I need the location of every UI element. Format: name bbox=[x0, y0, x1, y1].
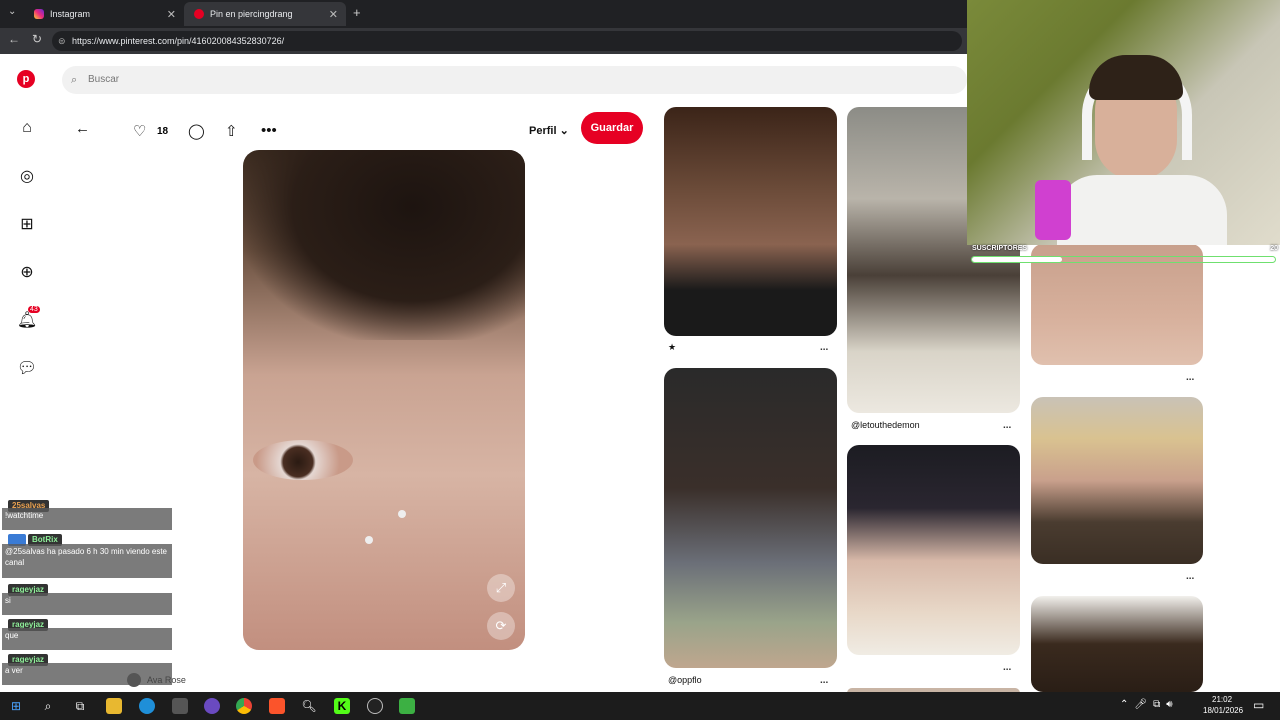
viewer-name: Ava Rose bbox=[147, 675, 186, 685]
back-arrow-icon[interactable]: ← bbox=[75, 120, 90, 137]
grid-pin-image[interactable] bbox=[847, 445, 1020, 655]
goal-fill bbox=[972, 257, 1062, 262]
subscriber-count: 20 bbox=[1270, 245, 1278, 252]
more-options-icon[interactable]: ... bbox=[820, 342, 828, 353]
pin-main-image[interactable]: ⤢ ⟳ bbox=[243, 150, 525, 650]
tab-list-chevron-icon[interactable]: ⌄ bbox=[8, 6, 16, 17]
home-icon[interactable]: ⌂ bbox=[17, 118, 37, 138]
tab-pinterest[interactable]: Pin en piercingdrang ✕ bbox=[184, 2, 346, 26]
chat-message: !watchtime bbox=[2, 508, 172, 530]
notification-badge: 43 bbox=[28, 306, 40, 313]
pinterest-icon bbox=[194, 9, 204, 19]
app-icon[interactable] bbox=[172, 698, 188, 714]
more-options-icon[interactable]: ... bbox=[1003, 662, 1011, 673]
edge-icon[interactable] bbox=[139, 698, 155, 714]
search-icon[interactable]: ⌕ bbox=[40, 698, 56, 714]
visual-search-icon[interactable]: ⟳ bbox=[487, 612, 515, 640]
url-text: https://www.pinterest.com/pin/4160200843… bbox=[72, 36, 285, 46]
search-tool-icon[interactable]: 🔍︎ bbox=[301, 698, 317, 714]
search-input[interactable]: ⌕ Buscar bbox=[62, 66, 967, 94]
expand-icon[interactable]: ⤢ bbox=[487, 574, 515, 602]
chat-message: @25salvas ha pasado 6 h 30 min viendo es… bbox=[2, 544, 172, 578]
instagram-icon bbox=[34, 9, 44, 19]
notification-center-icon[interactable]: ▭ bbox=[1253, 698, 1264, 712]
piercing-dot bbox=[365, 536, 373, 544]
app-icon[interactable] bbox=[399, 698, 415, 714]
explore-icon[interactable]: ◎ bbox=[17, 166, 37, 186]
windows-start-icon[interactable]: ⊞ bbox=[8, 698, 24, 714]
grid-pin-image[interactable] bbox=[664, 107, 837, 336]
obs-icon[interactable] bbox=[367, 698, 383, 714]
mug-shape bbox=[1035, 180, 1071, 240]
hair-shape bbox=[1089, 55, 1183, 100]
tab-label: Pin en piercingdrang bbox=[210, 9, 293, 19]
profile-dropdown[interactable]: Perfil ⌄ bbox=[529, 124, 569, 137]
grid-pin-image[interactable] bbox=[1031, 397, 1203, 564]
reload-icon[interactable]: ↻ bbox=[32, 32, 42, 46]
pinterest-logo-icon[interactable]: p bbox=[17, 70, 35, 88]
comment-icon[interactable]: ◯ bbox=[188, 122, 205, 140]
save-button[interactable]: Guardar bbox=[581, 112, 643, 144]
piercing-dot bbox=[398, 510, 406, 518]
grid-pin-image[interactable] bbox=[664, 368, 837, 668]
file-explorer-icon[interactable] bbox=[106, 698, 122, 714]
clock-date[interactable]: 18/01/2026 bbox=[1203, 706, 1243, 715]
chat-message: si bbox=[2, 593, 172, 615]
viewer-avatar bbox=[127, 673, 141, 687]
grid-pin-image[interactable] bbox=[1031, 596, 1203, 692]
chat-message: que bbox=[2, 628, 172, 650]
pin-caption[interactable]: ★ bbox=[668, 342, 676, 353]
tab-instagram[interactable]: Instagram ✕ bbox=[24, 2, 184, 26]
windows-taskbar: ⊞ ⌕ ⧉ 🔍︎ K ⌃🎤︎⧉🔊︎ 21:02 18/01/2026 ▭ bbox=[0, 692, 1280, 720]
like-count: 18 bbox=[157, 126, 169, 137]
create-icon[interactable]: ⊕ bbox=[17, 262, 37, 282]
pin-caption[interactable]: @oppflo bbox=[668, 675, 702, 685]
pin-detail-panel: ← ♡ 18 ◯ ⇧ ••• Perfil ⌄ Guardar ⤢ ⟳ bbox=[75, 106, 655, 692]
tab-label: Instagram bbox=[50, 9, 91, 19]
app-icon[interactable] bbox=[204, 698, 220, 714]
subscriber-goal-bar: SUSCRIPTORES 20 bbox=[967, 245, 1280, 267]
messages-icon[interactable]: 💬︎ bbox=[17, 358, 37, 378]
close-tab-icon[interactable]: ✕ bbox=[167, 8, 176, 21]
new-tab-icon[interactable]: + bbox=[353, 5, 361, 20]
webcam-overlay bbox=[967, 0, 1280, 245]
share-icon[interactable]: ⇧ bbox=[225, 122, 238, 140]
search-icon: ⌕ bbox=[71, 74, 78, 86]
boards-icon[interactable]: ⊞ bbox=[17, 214, 37, 234]
subscriber-label: SUSCRIPTORES bbox=[972, 245, 1028, 252]
search-placeholder: Buscar bbox=[88, 74, 120, 85]
stream-chat-overlay: 25salvas !watchtime BotRix @25salvas ha … bbox=[0, 500, 180, 692]
kick-icon[interactable]: K bbox=[334, 698, 350, 714]
profile-label: Perfil bbox=[529, 125, 557, 137]
close-tab-icon[interactable]: ✕ bbox=[329, 8, 338, 21]
clock-time[interactable]: 21:02 bbox=[1212, 695, 1232, 704]
shirt-shape bbox=[1057, 175, 1227, 245]
more-options-icon[interactable]: ... bbox=[1186, 571, 1194, 582]
more-options-icon[interactable]: ... bbox=[1003, 420, 1011, 431]
more-options-icon[interactable]: ... bbox=[820, 675, 828, 686]
url-field[interactable]: ⊜ https://www.pinterest.com/pin/41602008… bbox=[52, 31, 962, 51]
notifications-icon[interactable]: 🔔︎ 43 bbox=[17, 306, 40, 330]
system-tray[interactable]: ⌃🎤︎⧉🔊︎ bbox=[1120, 699, 1179, 710]
hair-shape bbox=[243, 150, 525, 340]
more-options-icon[interactable]: ••• bbox=[261, 122, 277, 139]
eye-shape bbox=[253, 440, 353, 480]
more-options-icon[interactable]: ... bbox=[1186, 372, 1194, 383]
back-icon[interactable]: ← bbox=[8, 32, 20, 46]
chrome-icon[interactable] bbox=[236, 698, 252, 714]
pin-caption[interactable]: @letouthedemon bbox=[851, 420, 920, 430]
task-view-icon[interactable]: ⧉ bbox=[72, 698, 88, 714]
heart-icon[interactable]: ♡ bbox=[133, 122, 146, 140]
site-info-icon[interactable]: ⊜ bbox=[58, 31, 66, 51]
brave-icon[interactable] bbox=[269, 698, 285, 714]
